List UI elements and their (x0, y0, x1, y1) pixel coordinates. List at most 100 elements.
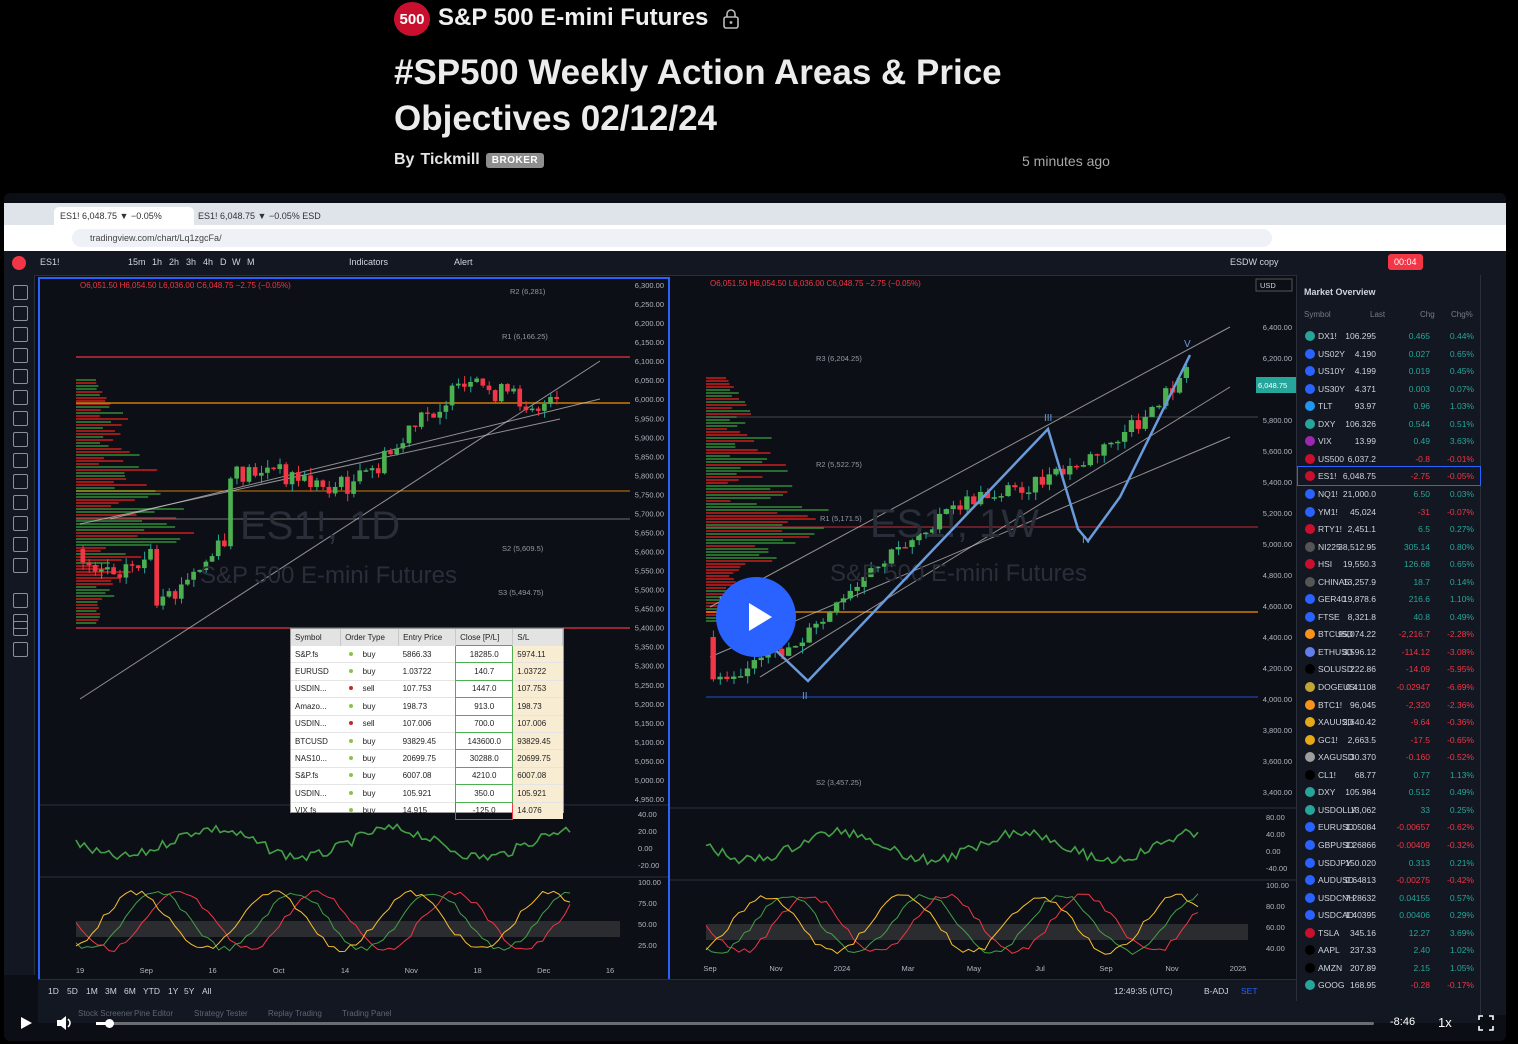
drawing-tool-icon[interactable] (13, 285, 28, 300)
watchlist-row[interactable]: USDCNH 7.28632 0.04155 0.57% (1298, 889, 1480, 907)
watchlist-row[interactable]: GER40 19,878.6 216.6 1.10% (1298, 590, 1480, 608)
drawing-tool-icon[interactable] (13, 621, 28, 636)
watchlist-row[interactable]: ETHUSD 3,596.12 -114.12 -3.08% (1298, 643, 1480, 661)
progress-bar[interactable] (96, 1022, 1374, 1025)
interval-m[interactable]: M (247, 257, 255, 267)
drawing-tool-icon[interactable] (13, 537, 28, 552)
tab-pine-editor[interactable]: Pine Editor (134, 1009, 173, 1018)
drawing-tool-icon[interactable] (13, 348, 28, 363)
watchlist-row[interactable]: AAPL 237.33 2.40 1.02% (1298, 941, 1480, 959)
watchlist-row[interactable]: USDCAD 1.40395 0.00406 0.29% (1298, 906, 1480, 924)
symbol-search[interactable]: ES1! (40, 257, 60, 267)
user-avatar[interactable] (12, 256, 26, 270)
watchlist-row[interactable]: XAGUSD 30.370 -0.160 -0.52% (1298, 748, 1480, 766)
drawing-tool-icon[interactable] (13, 369, 28, 384)
watchlist-row[interactable]: EURUSD 1.05084 -0.00657 -0.62% (1298, 818, 1480, 836)
author-link[interactable]: Tickmill (420, 151, 479, 169)
drawing-tool-icon[interactable] (13, 593, 28, 608)
watchlist-row[interactable]: BTCUSD 95,074.22 -2,216.7 -2.28% (1298, 625, 1480, 643)
symbol-logo[interactable]: 500 (394, 2, 430, 36)
watchlist-row[interactable]: VIX 13.99 0.49 3.63% (1298, 432, 1480, 450)
drawing-tool-icon[interactable] (13, 390, 28, 405)
drawing-tool-icon[interactable] (13, 474, 28, 489)
watchlist-row[interactable]: DX1! 106.295 0.465 0.44% (1298, 327, 1480, 345)
watchlist-row[interactable]: USDJPY 150.020 0.313 0.21% (1298, 854, 1480, 872)
range-5d[interactable]: 5D (67, 986, 78, 996)
video-player[interactable]: ES1! 6,048.75 ▼ −0.05% ES1! 6,048.75 ▼ −… (4, 193, 1506, 1041)
interval-d[interactable]: D (220, 257, 227, 267)
interval-3h[interactable]: 3h (186, 257, 196, 267)
range-5y[interactable]: 5Y (184, 986, 194, 996)
drawing-tool-icon[interactable] (13, 327, 28, 342)
watchlist-row[interactable]: US500 6,037.2 -0.8 -0.01% (1298, 450, 1480, 468)
browser-tab[interactable]: ES1! 6,048.75 ▼ −0.05% ESD (192, 207, 340, 225)
watchlist-row[interactable]: DXY 106.326 0.544 0.51% (1298, 415, 1480, 433)
range-1d[interactable]: 1D (48, 986, 59, 996)
col-symbol[interactable]: Symbol (1304, 310, 1331, 319)
watchlist-row[interactable]: DXY 105.984 0.512 0.49% (1298, 783, 1480, 801)
watchlist-row[interactable]: HSI 19,550.3 126.68 0.65% (1298, 555, 1480, 573)
play-control-icon[interactable] (18, 1015, 34, 1031)
watchlist-row[interactable]: NQ1! 21,000.0 6.50 0.03% (1298, 485, 1480, 503)
set-toggle[interactable]: SET (1241, 986, 1258, 996)
watchlist-row[interactable]: DOGEUSD0.41108-0.02947-6.69% (1298, 678, 1480, 696)
volume-icon[interactable] (56, 1015, 74, 1031)
watchlist-row[interactable]: BTC1! 96,045 -2,320 -2.36% (1298, 696, 1480, 714)
range-6m[interactable]: 6M (124, 986, 136, 996)
watchlist-row[interactable]: US30Y 4.371 0.003 0.07% (1298, 380, 1480, 398)
drawing-tool-icon[interactable] (13, 411, 28, 426)
symbol-title[interactable]: S&P 500 E-mini Futures (438, 4, 708, 32)
watchlist-row[interactable]: GBPUSD 1.26866 -0.00409 -0.32% (1298, 836, 1480, 854)
play-overlay-button[interactable] (716, 577, 796, 657)
watchlist-row[interactable]: XAUUSD 2,640.42 -9.64 -0.36% (1298, 713, 1480, 731)
range-1y[interactable]: 1Y (168, 986, 178, 996)
tab-stock-screener[interactable]: Stock Screener (78, 1009, 133, 1018)
watchlist-row[interactable]: TLT 93.97 0.96 1.03% (1298, 397, 1480, 415)
range-all[interactable]: All (202, 986, 211, 996)
indicators-button[interactable]: Indicators (349, 257, 388, 267)
watchlist-row[interactable]: TSLA 345.16 12.27 3.69% (1298, 924, 1480, 942)
interval-1h[interactable]: 1h (152, 257, 162, 267)
record-timer[interactable]: 00:04 (1388, 254, 1423, 270)
watchlist-row[interactable]: GC1! 2,663.5 -17.5 -0.65% (1298, 731, 1480, 749)
watchlist-row[interactable]: AUDUSD 0.64813 -0.00275 -0.42% (1298, 871, 1480, 889)
drawing-tool-icon[interactable] (13, 306, 28, 321)
range-3m[interactable]: 3M (105, 986, 117, 996)
tab-strategy-tester[interactable]: Strategy Tester (194, 1009, 248, 1018)
drawing-tool-icon[interactable] (13, 495, 28, 510)
drawing-tool-icon[interactable] (13, 432, 28, 447)
watchlist-row[interactable]: CL1! 68.77 0.77 1.13% (1298, 766, 1480, 784)
drawing-tool-icon[interactable] (13, 642, 28, 657)
drawing-tool-icon[interactable] (13, 453, 28, 468)
watchlist-row[interactable]: GOOG 168.95 -0.28 -0.17% (1298, 976, 1480, 994)
watchlist-row[interactable]: AMZN 207.89 2.15 1.05% (1298, 959, 1480, 977)
browser-tab[interactable]: ES1! 6,048.75 ▼ −0.05% (54, 207, 194, 225)
range-1m[interactable]: 1M (86, 986, 98, 996)
layout-name[interactable]: ESDW copy (1230, 257, 1279, 267)
speed-button[interactable]: 1x (1438, 1015, 1452, 1030)
watchlist-row[interactable]: US10Y 4.199 0.019 0.45% (1298, 362, 1480, 380)
tab-trading-panel[interactable]: Trading Panel (342, 1009, 392, 1018)
market-overview-title[interactable]: Market Overview (1304, 287, 1376, 297)
utc-clock[interactable]: 12:49:35 (UTC) (1114, 986, 1173, 996)
col-last[interactable]: Last (1370, 310, 1385, 319)
interval-15m[interactable]: 15m (128, 257, 146, 267)
url-field[interactable]: tradingview.com/chart/Lq1zgcFa/ (72, 229, 1272, 247)
badj-toggle[interactable]: B-ADJ (1204, 986, 1229, 996)
interval-4h[interactable]: 4h (203, 257, 213, 267)
drawing-tool-icon[interactable] (13, 516, 28, 531)
col-chg-pct[interactable]: Chg% (1451, 310, 1473, 319)
watchlist-row[interactable]: US02Y 4.190 0.027 0.65% (1298, 345, 1480, 363)
watchlist-row[interactable]: SOLUSD 222.86 -14.09 -5.95% (1298, 660, 1480, 678)
watchlist-row[interactable]: CHINA5 13,257.9 18.7 0.14% (1298, 573, 1480, 591)
interval-2h[interactable]: 2h (169, 257, 179, 267)
watchlist-row[interactable]: FTSE 8,321.8 40.8 0.49% (1298, 608, 1480, 626)
col-chg[interactable]: Chg (1420, 310, 1435, 319)
watchlist-row[interactable]: USDOLLAR13,062330.25% (1298, 801, 1480, 819)
watchlist-row[interactable]: RTY1! 2,451.1 6.5 0.27% (1298, 520, 1480, 538)
progress-handle[interactable] (105, 1019, 114, 1028)
tab-replay-trading[interactable]: Replay Trading (268, 1009, 322, 1018)
drawing-tool-icon[interactable] (13, 558, 28, 573)
range-ytd[interactable]: YTD (143, 986, 160, 996)
fullscreen-icon[interactable] (1478, 1015, 1494, 1031)
